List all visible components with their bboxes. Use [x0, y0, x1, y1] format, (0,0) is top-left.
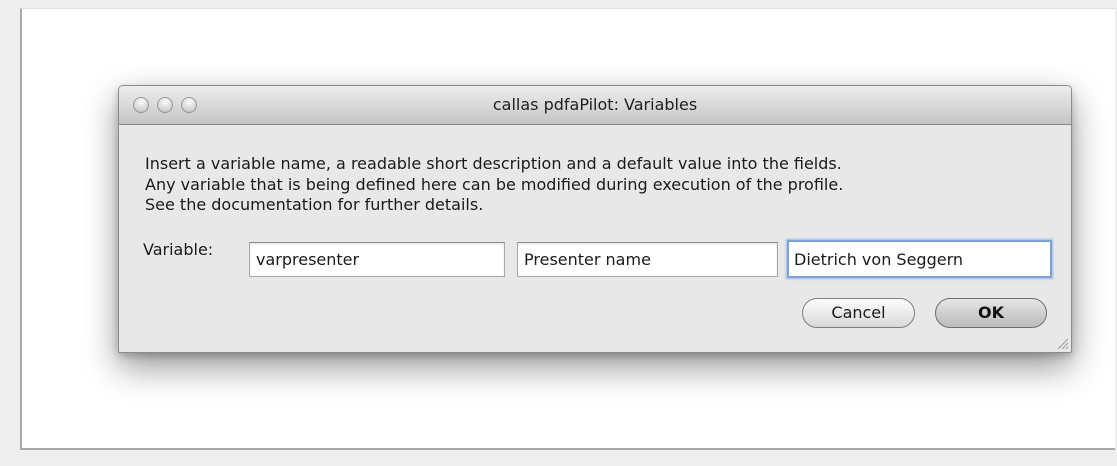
resize-grip-icon[interactable]	[1056, 337, 1069, 350]
variable-description-input[interactable]	[517, 242, 778, 277]
variable-name-input[interactable]	[249, 242, 505, 277]
instructions-line: Any variable that is being defined here …	[145, 174, 844, 194]
window-title: callas pdfaPilot: Variables	[492, 95, 698, 114]
variable-default-value-input[interactable]	[787, 240, 1052, 278]
variables-dialog: callas pdfaPilot: Variables Insert a var…	[118, 85, 1072, 353]
instructions-line: See the documentation for further detail…	[145, 195, 484, 214]
variable-label: Variable:	[143, 240, 214, 259]
title-bar[interactable]: callas pdfaPilot: Variables	[119, 86, 1071, 125]
screenshot-frame: callas pdfaPilot: Variables Insert a var…	[20, 8, 1115, 450]
dialog-content: Insert a variable name, a readable short…	[119, 125, 1071, 352]
instructions-line: Insert a variable name, a readable short…	[145, 154, 842, 173]
cancel-button[interactable]: Cancel	[802, 298, 915, 328]
ok-button[interactable]: OK	[935, 298, 1047, 328]
instructions-text: Insert a variable name, a readable short…	[145, 154, 1065, 216]
